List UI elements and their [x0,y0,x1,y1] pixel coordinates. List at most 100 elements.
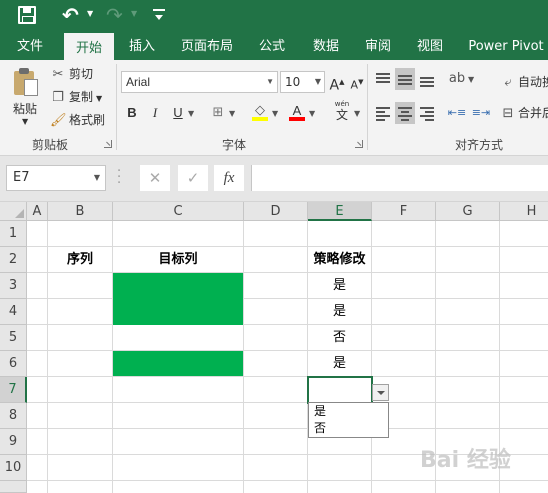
borders-icon[interactable]: ⊞ [208,102,228,124]
row-header-1[interactable]: 1 [0,221,27,247]
column-header-g[interactable]: G [436,202,500,221]
paste-button[interactable]: 粘贴 [13,100,37,117]
clipboard-group-label: 剪贴板 [32,138,69,152]
customize-toolbar-icon[interactable] [153,9,165,21]
tab-page-layout[interactable]: 页面布局 [174,33,240,60]
row-header-11[interactable] [0,481,27,493]
orientation-dropdown-icon[interactable]: ▼ [468,75,474,84]
dropdown-option-yes[interactable]: 是 [309,403,388,420]
font-name-select[interactable]: Arial ▼ [121,71,278,93]
fill-color-icon[interactable]: ◇ [250,100,270,122]
cell-e3[interactable]: 是 [308,273,371,299]
row-header-10[interactable]: 10 [0,455,27,481]
tab-view[interactable]: 视图 [408,33,452,60]
name-box-dropdown-icon[interactable]: ▼ [94,166,100,190]
fill-color-dropdown-icon[interactable]: ▼ [272,109,278,118]
bold-button[interactable]: B [122,102,142,124]
cell-e4[interactable]: 是 [308,299,371,325]
save-icon[interactable] [18,6,36,24]
tab-data[interactable]: 数据 [304,33,348,60]
merge-center-button[interactable]: ⊟ 合并后 [500,103,548,123]
column-header-f[interactable]: F [372,202,436,221]
align-middle-icon[interactable] [395,68,415,90]
increase-indent-icon[interactable]: ≡⇥ [471,102,491,124]
increase-font-size-button[interactable]: A▲ [327,71,347,94]
tab-formulas[interactable]: 公式 [250,33,294,60]
formula-bar-grip-icon[interactable]: · · · [117,165,121,190]
dropdown-option-no[interactable]: 否 [309,420,388,437]
format-painter-button[interactable]: 🖌 格式刷 [50,110,105,130]
row-header-4[interactable]: 4 [0,299,27,325]
enter-icon[interactable]: ✓ [178,165,208,191]
align-top-icon[interactable] [373,68,393,90]
redo-icon[interactable]: ↷ [106,3,123,27]
row-header-8[interactable]: 8 [0,403,27,429]
tab-power-pivot[interactable]: Power Pivot [464,33,548,60]
cancel-icon[interactable]: ✕ [140,165,170,191]
name-box[interactable]: E7 ▼ [6,165,106,191]
row-header-5[interactable]: 5 [0,325,27,351]
tab-home[interactable]: 开始 [64,33,114,60]
font-size-dropdown-icon[interactable]: ▼ [315,72,321,92]
undo-dropdown-icon[interactable]: ▼ [87,9,93,18]
column-header-e[interactable]: E [308,202,372,221]
filled-cell-c3-c4[interactable] [113,273,243,325]
validation-dropdown-list[interactable]: 是 否 [308,402,389,438]
row-header-9[interactable]: 9 [0,429,27,455]
column-header-a[interactable]: A [27,202,48,221]
decrease-indent-icon[interactable]: ⇤≡ [447,102,467,124]
font-size-select[interactable]: 10 ▼ [280,71,325,93]
row-header-2[interactable]: 2 [0,247,27,273]
column-header-d[interactable]: D [244,202,308,221]
insert-function-button[interactable]: fx [214,165,244,191]
wrap-text-button[interactable]: ⤶ 自动换 [500,72,548,92]
cell-c2[interactable]: 目标列 [113,247,243,273]
italic-button[interactable]: I [145,102,165,124]
column-header-h[interactable]: H [500,202,548,221]
decrease-font-size-button[interactable]: A▼ [347,71,367,93]
cell-e6[interactable]: 是 [308,351,371,377]
undo-icon[interactable]: ↶ [62,3,79,27]
copy-button[interactable]: ❐ 复制 ▼ [50,87,102,107]
row-header-3[interactable]: 3 [0,273,27,299]
filled-cell-c6[interactable] [113,351,243,376]
column-header-c[interactable]: C [113,202,244,221]
cell-b2[interactable]: 序列 [48,247,112,273]
scissors-icon: ✂ [52,67,64,82]
phonetic-dropdown-icon[interactable]: ▼ [354,109,360,118]
paste-dropdown-icon[interactable]: ▼ [22,117,28,126]
align-left-icon[interactable] [373,102,393,124]
cut-button[interactable]: ✂ 剪切 [50,64,93,84]
cell-e2[interactable]: 策略修改 [308,247,371,273]
row-header-7[interactable]: 7 [0,377,27,403]
formula-input[interactable] [251,165,548,191]
validation-dropdown-button[interactable] [372,384,389,401]
phonetic-guide-button[interactable]: wén 文 [332,100,352,122]
worksheet-grid[interactable]: A B C D E F G H 1 2 3 4 5 6 7 8 9 10 序列 … [0,202,548,493]
underline-button[interactable]: U [168,102,188,124]
tab-insert[interactable]: 插入 [120,33,164,60]
column-header-b[interactable]: B [48,202,113,221]
active-cell-e7[interactable] [307,376,373,404]
borders-dropdown-icon[interactable]: ▼ [229,109,235,118]
cell-e5[interactable]: 否 [308,325,371,351]
align-right-icon[interactable] [417,102,437,124]
align-bottom-icon[interactable] [417,68,437,90]
row-header-6[interactable]: 6 [0,351,27,377]
tab-file[interactable]: 文件 [6,33,54,60]
redo-dropdown-icon[interactable]: ▼ [131,9,137,18]
align-center-icon[interactable] [395,102,415,124]
font-color-button[interactable]: A [287,100,307,122]
font-color-dropdown-icon[interactable]: ▼ [309,109,315,118]
paste-icon[interactable] [14,68,40,96]
font-launcher-icon[interactable] [355,140,363,148]
underline-dropdown-icon[interactable]: ▼ [188,109,194,118]
copy-dropdown-icon[interactable]: ▼ [96,94,102,103]
select-all-button[interactable] [0,202,27,221]
font-name-dropdown-icon[interactable]: ▼ [266,72,274,92]
cut-label: 剪切 [69,67,94,81]
tab-review[interactable]: 审阅 [356,33,400,60]
gridline [27,402,548,403]
orientation-icon[interactable]: ab [447,68,467,90]
clipboard-launcher-icon[interactable] [104,140,112,148]
